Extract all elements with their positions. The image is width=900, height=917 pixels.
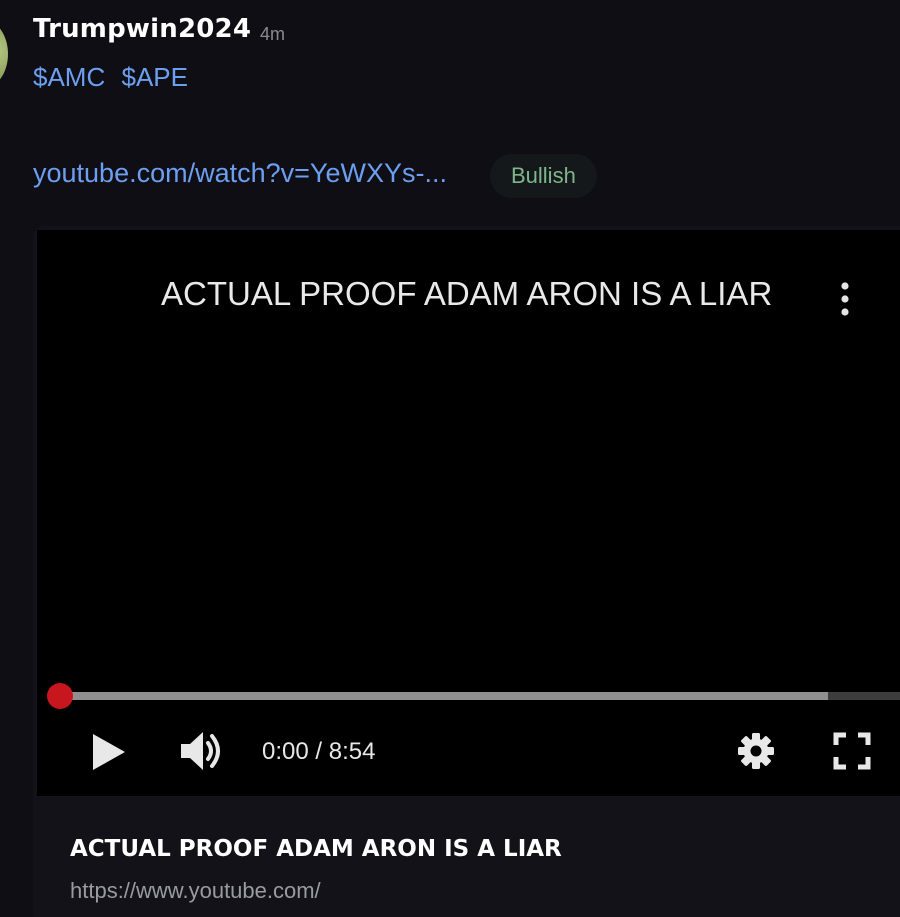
- progress-buffered: [59, 692, 828, 700]
- video-player[interactable]: ACTUAL PROOF ADAM ARON IS A LIAR 0:00 / …: [37, 230, 900, 796]
- progress-scrubber[interactable]: [47, 683, 73, 709]
- fullscreen-icon[interactable]: [833, 732, 871, 775]
- progress-bar[interactable]: [59, 692, 900, 700]
- timestamp: 4m: [260, 24, 286, 44]
- post: Trumpwin2024 4m $AMC $APE youtube.com/wa…: [0, 0, 900, 917]
- time-separator: /: [315, 738, 323, 765]
- ticker-list: $AMC $APE: [33, 62, 197, 93]
- link-preview-url[interactable]: https://www.youtube.com/: [70, 878, 321, 904]
- play-icon[interactable]: [91, 732, 127, 777]
- duration: 8:54: [328, 738, 376, 765]
- video-title[interactable]: ACTUAL PROOF ADAM ARON IS A LIAR: [161, 275, 772, 313]
- ticker-link[interactable]: $AMC: [33, 62, 105, 92]
- link-preview-card[interactable]: ACTUAL PROOF ADAM ARON IS A LIAR 0:00 / …: [33, 226, 900, 917]
- time-display: 0:00 / 8:54: [262, 738, 375, 766]
- avatar[interactable]: [0, 20, 8, 88]
- sentiment-badge: Bullish: [490, 154, 597, 198]
- link-preview-title[interactable]: ACTUAL PROOF ADAM ARON IS A LIAR: [70, 836, 562, 862]
- username[interactable]: Trumpwin2024: [33, 14, 251, 44]
- current-time: 0:00: [262, 738, 309, 765]
- link-preview-footer[interactable]: ACTUAL PROOF ADAM ARON IS A LIAR https:/…: [33, 796, 900, 917]
- volume-icon[interactable]: [179, 728, 227, 779]
- more-vertical-icon[interactable]: [835, 280, 855, 318]
- ticker-link[interactable]: $APE: [121, 62, 188, 92]
- youtube-link[interactable]: youtube.com/watch?v=YeWXYs-...: [33, 158, 447, 189]
- gear-icon[interactable]: [737, 732, 775, 775]
